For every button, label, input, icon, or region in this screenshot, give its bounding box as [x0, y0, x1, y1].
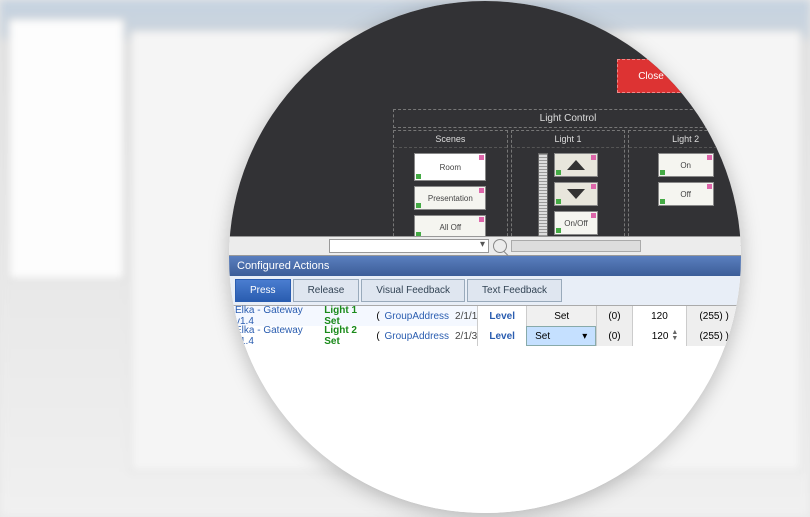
- marker-icon: [556, 228, 561, 233]
- configured-actions-label: Configured Actions: [237, 260, 329, 272]
- arrow-up-icon: [567, 160, 585, 170]
- tab-text-label: Text Feedback: [482, 285, 547, 296]
- marker-icon: [479, 155, 484, 160]
- arrow-down-icon: [567, 189, 585, 199]
- magnify-icon[interactable]: [493, 239, 507, 253]
- light-set-name: Light 1 Set: [324, 305, 373, 327]
- max-cell: (255) ): [686, 306, 741, 326]
- marker-icon: [591, 184, 596, 189]
- marker-icon: [660, 199, 665, 204]
- zoom-slider[interactable]: [511, 240, 641, 252]
- marker-icon: [707, 155, 712, 160]
- zoom-dropdown[interactable]: [329, 239, 489, 253]
- tab-press-label: Press: [250, 285, 276, 296]
- scene-alloff-label: All Off: [440, 223, 462, 232]
- close-button[interactable]: Close: [617, 59, 685, 93]
- address-value: 2/1/3: [455, 331, 477, 342]
- marker-icon: [591, 213, 596, 218]
- tab-release[interactable]: Release: [293, 279, 360, 302]
- group-address-label: GroupAddress: [385, 331, 449, 342]
- light2-on-label: On: [680, 161, 691, 170]
- light2-off-button[interactable]: Off: [658, 182, 714, 206]
- gateway-name: Elka - Gateway v1.4: [235, 305, 321, 327]
- light2-column: Light 2 On Off: [628, 130, 741, 246]
- tab-text-feedback[interactable]: Text Feedback: [467, 279, 562, 302]
- value-spinner[interactable]: 120 ▲▼: [632, 326, 687, 346]
- light2-header: Light 2: [629, 131, 741, 148]
- marker-icon: [416, 203, 421, 208]
- close-label: Close: [638, 71, 664, 82]
- marker-icon: [479, 217, 484, 222]
- status-bar: [229, 236, 741, 256]
- control-panel: Close Light Control Scenes Room Prese: [229, 1, 741, 236]
- level-cell: Level: [477, 326, 526, 346]
- magnified-lens: Close Light Control Scenes Room Prese: [229, 1, 741, 513]
- min-cell: (0): [596, 326, 631, 346]
- scenes-column: Scenes Room Presentation All Off: [393, 130, 508, 246]
- marker-icon: [660, 170, 665, 175]
- light1-slider[interactable]: [538, 153, 548, 239]
- tab-visual-label: Visual Feedback: [376, 285, 450, 296]
- gateway-name: Elka - Gateway v1.4: [235, 325, 321, 347]
- scene-room-button[interactable]: Room: [414, 153, 486, 181]
- spinner-arrows-icon: ▲▼: [671, 330, 678, 342]
- address-value: 2/1/1: [455, 311, 477, 322]
- paren: (: [376, 311, 379, 322]
- light-control-group: Light Control Scenes Room Presentation: [393, 109, 741, 246]
- scene-presentation-label: Presentation: [428, 194, 473, 203]
- tab-release-label: Release: [308, 285, 345, 296]
- value-cell: 120: [632, 306, 687, 326]
- light1-up-button[interactable]: [554, 153, 598, 177]
- light1-onoff-button[interactable]: On/Off: [554, 211, 598, 235]
- light1-column: Light 1: [511, 130, 626, 246]
- marker-icon: [416, 174, 421, 179]
- actions-body: Elka - Gateway v1.4 Light 1 Set ( GroupA…: [229, 306, 741, 513]
- configured-actions-header: Configured Actions: [229, 256, 741, 276]
- max-cell: (255) ): [686, 326, 741, 346]
- op-value: Set: [535, 331, 550, 342]
- light1-header: Light 1: [512, 131, 625, 148]
- paren: (: [376, 331, 379, 342]
- light1-onoff-label: On/Off: [564, 219, 587, 228]
- chevron-down-icon: ▾: [582, 331, 587, 342]
- action-row[interactable]: Elka - Gateway v1.4 Light 2 Set ( GroupA…: [229, 326, 741, 346]
- light-set-name: Light 2 Set: [324, 325, 373, 347]
- scenes-header: Scenes: [394, 131, 507, 148]
- marker-icon: [591, 155, 596, 160]
- tab-press[interactable]: Press: [235, 279, 291, 302]
- group-address-label: GroupAddress: [385, 311, 449, 322]
- action-row[interactable]: Elka - Gateway v1.4 Light 1 Set ( GroupA…: [229, 306, 741, 326]
- action-tabs: Press Release Visual Feedback Text Feedb…: [229, 276, 741, 306]
- light-control-title: Light Control: [393, 109, 741, 128]
- marker-icon: [556, 199, 561, 204]
- scene-presentation-button[interactable]: Presentation: [414, 186, 486, 210]
- light2-on-button[interactable]: On: [658, 153, 714, 177]
- scene-room-label: Room: [440, 163, 461, 172]
- op-dropdown[interactable]: Set ▾: [526, 326, 596, 346]
- marker-icon: [707, 184, 712, 189]
- level-cell: Level: [477, 306, 526, 326]
- min-cell: (0): [596, 306, 631, 326]
- light1-down-button[interactable]: [554, 182, 598, 206]
- light2-off-label: Off: [680, 190, 691, 199]
- tab-visual-feedback[interactable]: Visual Feedback: [361, 279, 465, 302]
- op-cell: Set: [526, 306, 596, 326]
- value-input: 120: [652, 331, 669, 342]
- marker-icon: [556, 170, 561, 175]
- marker-icon: [479, 188, 484, 193]
